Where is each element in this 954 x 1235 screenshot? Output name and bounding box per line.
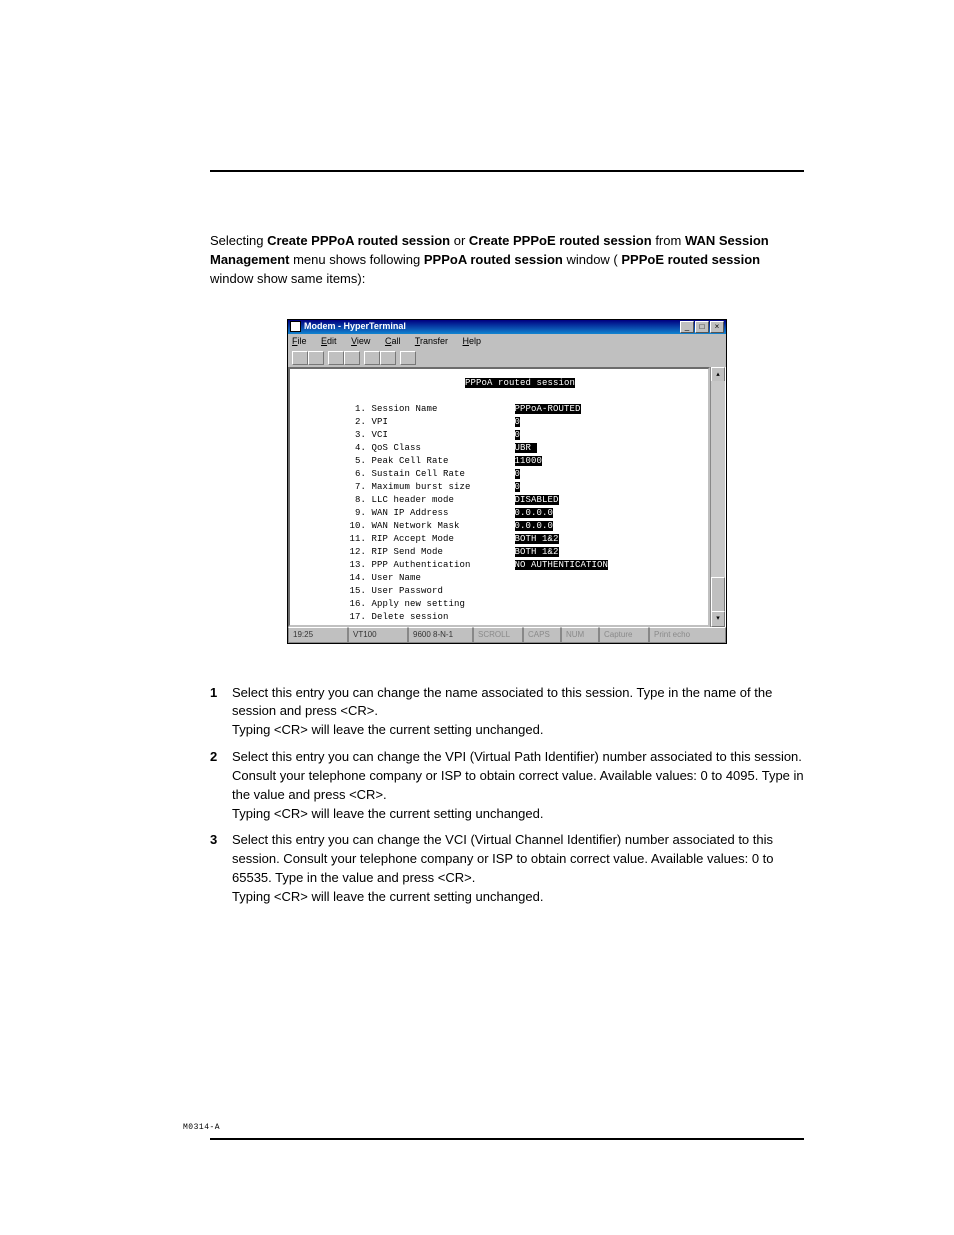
t: Selecting [210, 233, 267, 248]
menu-call[interactable]: Call [385, 336, 407, 346]
status-bar: 19:25 VT100 9600 8-N-1 SCROLL CAPS NUM C… [288, 627, 726, 643]
menu-edit[interactable]: Edit [321, 336, 343, 346]
item-text: Select this entry you can change the VCI… [232, 832, 774, 885]
menu-bar[interactable]: File Edit View Call Transfer Help [288, 334, 726, 349]
t: or [454, 233, 469, 248]
menu-file[interactable]: File [292, 336, 313, 346]
status-conn: 9600 8-N-1 [408, 627, 473, 643]
app-icon [290, 321, 301, 332]
toolbar [288, 349, 726, 367]
item-num: 3 [210, 831, 232, 906]
doc-code: M0314-A [183, 1123, 220, 1132]
status-print: Print echo [649, 627, 726, 643]
status-num: NUM [561, 627, 599, 643]
menu-transfer[interactable]: Transfer [415, 336, 454, 346]
item-num: 1 [210, 684, 232, 741]
terminal-window: Modem - HyperTerminal _ □ × File Edit Vi… [287, 319, 727, 644]
maximize-icon[interactable]: □ [695, 321, 709, 333]
scroll-down-icon[interactable]: ▾ [711, 611, 725, 627]
toolbar-open-icon[interactable] [308, 351, 324, 365]
minimize-icon[interactable]: _ [680, 321, 694, 333]
terminal-output: PPPoA routed session 1. Session Name PPP… [288, 367, 710, 627]
item-text: Typing <CR> will leave the current setti… [232, 806, 543, 821]
status-capture: Capture [599, 627, 649, 643]
divider [210, 1138, 804, 1140]
t: Create PPPoA routed session [267, 233, 450, 248]
close-icon[interactable]: × [710, 321, 724, 333]
t: PPPoA routed session [424, 252, 563, 267]
toolbar-send-icon[interactable] [364, 351, 380, 365]
scrollbar[interactable]: ▴ ▾ [710, 367, 726, 627]
scroll-thumb[interactable] [711, 577, 725, 613]
item-text: Typing <CR> will leave the current setti… [232, 722, 543, 737]
item-num: 2 [210, 748, 232, 823]
status-scroll: SCROLL [473, 627, 523, 643]
title-bar[interactable]: Modem - HyperTerminal _ □ × [288, 320, 726, 334]
item-text: Select this entry you can change the VPI… [232, 749, 804, 802]
menu-view[interactable]: View [351, 336, 376, 346]
t: window show same items): [210, 271, 365, 286]
t: PPPoE routed session [621, 252, 760, 267]
status-time: 19:25 [288, 627, 348, 643]
toolbar-call-icon[interactable] [328, 351, 344, 365]
menu-help[interactable]: Help [463, 336, 488, 346]
item-text: Select this entry you can change the nam… [232, 685, 772, 719]
intro-paragraph: Selecting Create PPPoA routed session or… [210, 232, 804, 289]
toolbar-hangup-icon[interactable] [344, 351, 360, 365]
toolbar-props-icon[interactable] [400, 351, 416, 365]
t: menu shows following [293, 252, 424, 267]
scroll-track[interactable] [711, 381, 725, 613]
t: from [655, 233, 685, 248]
t: window ( [566, 252, 617, 267]
window-title: Modem - HyperTerminal [304, 320, 406, 333]
item-text: Typing <CR> will leave the current setti… [232, 889, 543, 904]
toolbar-receive-icon[interactable] [380, 351, 396, 365]
toolbar-new-icon[interactable] [292, 351, 308, 365]
status-term: VT100 [348, 627, 408, 643]
status-caps: CAPS [523, 627, 561, 643]
t: Create PPPoE routed session [469, 233, 652, 248]
divider [210, 170, 804, 172]
